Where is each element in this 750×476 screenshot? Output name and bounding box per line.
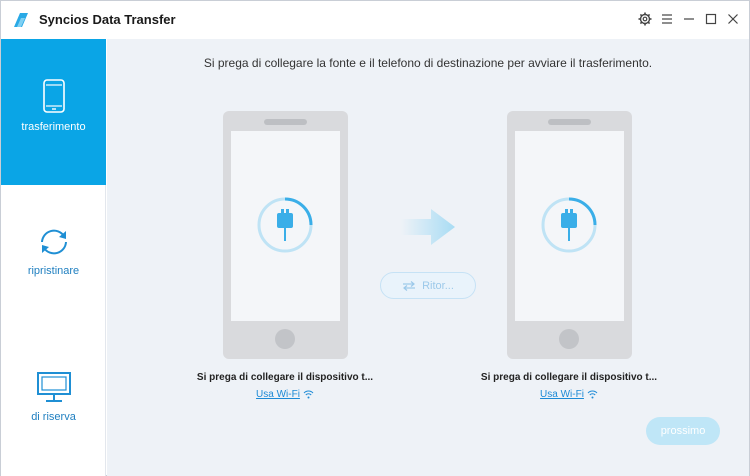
phone-home-button xyxy=(275,329,295,349)
phone-screen xyxy=(231,131,340,321)
sidebar-item-label: di riserva xyxy=(31,411,76,423)
swap-button-label: Ritor... xyxy=(422,279,454,292)
sidebar: trasferimento ripristinare di riserva xyxy=(1,39,106,476)
phone-icon xyxy=(42,79,65,113)
phone-screen xyxy=(515,131,624,321)
sync-icon xyxy=(40,229,67,255)
swap-button[interactable]: Ritor... xyxy=(380,272,476,299)
sidebar-item-restore[interactable]: ripristinare xyxy=(1,227,106,297)
sidebar-item-backup[interactable]: di riserva xyxy=(1,371,106,441)
close-icon[interactable] xyxy=(725,11,741,27)
target-device-caption: Si prega di collegare il dispositivo t..… xyxy=(480,372,658,383)
transfer-arrow-icon xyxy=(401,209,455,245)
sidebar-item-label: trasferimento xyxy=(21,121,86,133)
source-device-caption: Si prega di collegare il dispositivo t..… xyxy=(196,372,374,383)
source-wifi-link[interactable]: Usa Wi-Fi xyxy=(225,389,345,400)
next-button[interactable]: prossimo xyxy=(646,417,720,445)
syncios-logo-icon xyxy=(14,13,28,27)
target-phone xyxy=(507,111,632,359)
sidebar-item-label: ripristinare xyxy=(27,265,80,277)
monitor-icon xyxy=(36,372,71,402)
swap-arrows-icon xyxy=(403,280,416,291)
minimize-icon[interactable] xyxy=(681,11,697,27)
wifi-icon xyxy=(303,390,314,399)
menu-icon[interactable] xyxy=(659,11,675,27)
wifi-link-label: Usa Wi-Fi xyxy=(256,389,300,400)
title-bar: Syncios Data Transfer xyxy=(1,1,749,39)
settings-gear-icon[interactable] xyxy=(637,11,653,27)
phone-home-button xyxy=(559,329,579,349)
instruction-text: Si prega di collegare la fonte e il tele… xyxy=(203,56,653,70)
phone-speaker xyxy=(548,119,591,125)
target-wifi-link[interactable]: Usa Wi-Fi xyxy=(509,389,629,400)
maximize-icon[interactable] xyxy=(703,11,719,27)
usb-connect-icon xyxy=(541,197,597,253)
window-controls xyxy=(637,11,741,27)
usb-connect-icon xyxy=(257,197,313,253)
sidebar-item-transfer[interactable]: trasferimento xyxy=(1,39,106,185)
wifi-icon xyxy=(587,390,598,399)
source-phone xyxy=(223,111,348,359)
phone-speaker xyxy=(264,119,307,125)
main-panel: Si prega di collegare la fonte e il tele… xyxy=(107,39,749,476)
app-title: Syncios Data Transfer xyxy=(39,12,176,27)
wifi-link-label: Usa Wi-Fi xyxy=(540,389,584,400)
